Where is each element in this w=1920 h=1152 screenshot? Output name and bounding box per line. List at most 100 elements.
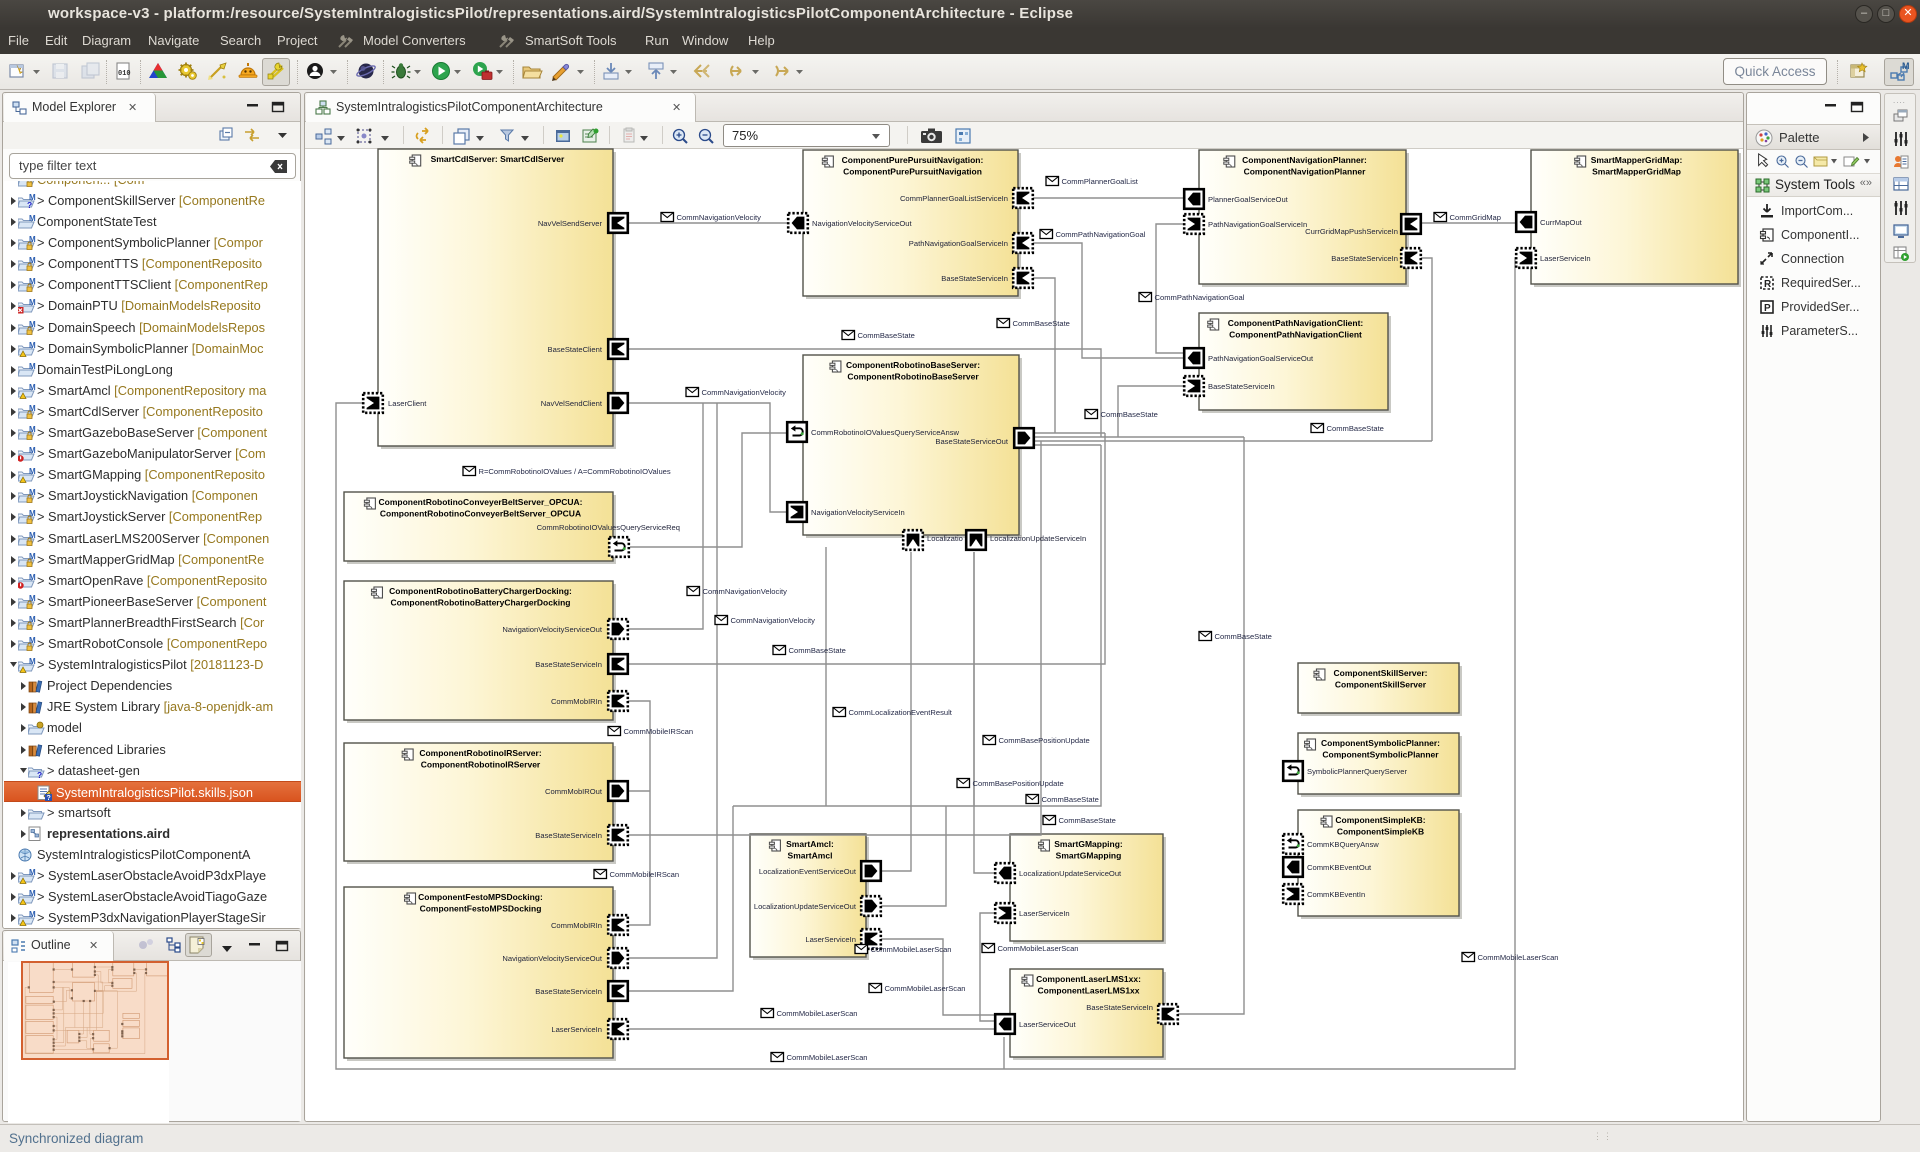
svg-text:CommPlannerGoalList: CommPlannerGoalList	[1062, 177, 1139, 186]
svg-text:ComponentRobotinoBaseServer: ComponentRobotinoBaseServer	[847, 371, 979, 381]
svg-text:LaserServiceIn: LaserServiceIn	[1540, 254, 1591, 263]
svg-text:M: M	[29, 657, 36, 666]
svg-text:CommNavigationVelocity: CommNavigationVelocity	[703, 587, 788, 596]
svg-text:PlannerGoalServiceOut: PlannerGoalServiceOut	[1208, 195, 1289, 204]
svg-text:LaserServiceOut: LaserServiceOut	[1019, 1020, 1076, 1029]
svg-text:ComponentPurePursuitNavigation: ComponentPurePursuitNavigation	[843, 166, 982, 176]
svg-text:CommPathNavigationGoal: CommPathNavigationGoal	[1155, 293, 1245, 302]
svg-text:NavVelSendClient: NavVelSendClient	[541, 399, 603, 408]
svg-text:SmartMapperGridMap: SmartMapperGridMap	[1592, 166, 1681, 176]
svg-text:M: M	[29, 256, 36, 265]
svg-text:SmartMapperGridMap:: SmartMapperGridMap:	[1591, 155, 1683, 165]
svg-text:CommBaseState: CommBaseState	[858, 331, 915, 340]
svg-text:CommKBEventOut: CommKBEventOut	[1307, 863, 1372, 872]
svg-text:M: M	[29, 889, 36, 898]
svg-text:CommBasePositionUpdate: CommBasePositionUpdate	[973, 779, 1064, 788]
svg-text:CommMobileLaserScan: CommMobileLaserScan	[777, 1009, 858, 1018]
svg-text:CommBasePositionUpdate: CommBasePositionUpdate	[999, 736, 1090, 745]
svg-text:CommMobileLaserScan: CommMobileLaserScan	[998, 944, 1079, 953]
svg-text:CommBaseState: CommBaseState	[1059, 816, 1116, 825]
svg-text:BaseStateServiceIn: BaseStateServiceIn	[1086, 1003, 1153, 1012]
svg-text:SymbolicPlannerQueryServer: SymbolicPlannerQueryServer	[1307, 767, 1407, 776]
svg-text:CommNavigationVelocity: CommNavigationVelocity	[731, 616, 816, 625]
svg-text:CommRobotinoIOValuesQueryServi: CommRobotinoIOValuesQueryServiceAnsw	[811, 428, 960, 437]
svg-text:CommBaseState: CommBaseState	[1013, 319, 1070, 328]
svg-text:NavigationVelocityServiceOut: NavigationVelocityServiceOut	[502, 625, 603, 634]
svg-text:NavigationVelocityServiceOut: NavigationVelocityServiceOut	[502, 954, 603, 963]
svg-text:ComponentSimpleKB:: ComponentSimpleKB:	[1335, 815, 1425, 825]
svg-text:CommMobIRIn: CommMobIRIn	[551, 697, 602, 706]
svg-text:NavVelSendServer: NavVelSendServer	[538, 219, 603, 228]
svg-text:NavigationVelocityServiceIn: NavigationVelocityServiceIn	[811, 508, 905, 517]
svg-text:P: P	[1764, 303, 1771, 314]
svg-text:M: M	[29, 488, 36, 497]
svg-text:ComponentRobotinoBaseServer:: ComponentRobotinoBaseServer:	[846, 360, 980, 370]
svg-text:M: M	[29, 594, 36, 603]
svg-text:CommBaseState: CommBaseState	[789, 646, 846, 655]
svg-text:SmartCdlServer: SmartCdlServer: SmartCdlServer: SmartCdlServer	[431, 154, 565, 164]
svg-text:M: M	[29, 467, 36, 476]
svg-text:M: M	[29, 446, 36, 455]
svg-text:M: M	[29, 868, 36, 877]
svg-text:ComponentLaserLMS1xx: ComponentLaserLMS1xx	[1037, 985, 1139, 995]
svg-text:BaseStateServiceIn: BaseStateServiceIn	[1331, 254, 1398, 263]
svg-text:M: M	[29, 214, 36, 223]
svg-text:R=CommRobotinoIOValues / A=Com: R=CommRobotinoIOValues / A=CommRobotinoI…	[479, 467, 671, 476]
svg-text:PathNavigationGoalServiceIn: PathNavigationGoalServiceIn	[1208, 220, 1307, 229]
svg-text:BaseStateServiceIn: BaseStateServiceIn	[1208, 382, 1275, 391]
svg-text:CommMobIRIn: CommMobIRIn	[551, 921, 602, 930]
svg-text:NavigationVelocityServiceOut: NavigationVelocityServiceOut	[812, 219, 913, 228]
svg-text:ComponentRobotinoConveyerBeltS: ComponentRobotinoConveyerBeltServer_OPCU…	[380, 508, 581, 518]
svg-text:M: M	[29, 362, 36, 371]
svg-text:CurrMapOut: CurrMapOut	[1540, 218, 1583, 227]
svg-text:LocalizationUpdateServiceOut: LocalizationUpdateServiceOut	[754, 902, 857, 911]
svg-text:BaseStateServiceIn: BaseStateServiceIn	[535, 660, 602, 669]
svg-text:CommKBQueryAnsw: CommKBQueryAnsw	[1307, 840, 1379, 849]
svg-text:CommPlannerGoalListServiceIn: CommPlannerGoalListServiceIn	[900, 194, 1008, 203]
svg-text:CommBaseState: CommBaseState	[1327, 424, 1384, 433]
svg-text:LocalizationUpdateServiceIn: LocalizationUpdateServiceIn	[990, 534, 1086, 543]
svg-text:M: M	[29, 509, 36, 518]
svg-text:LaserServiceIn: LaserServiceIn	[805, 935, 856, 944]
svg-text:PathNavigationGoalServiceIn: PathNavigationGoalServiceIn	[909, 239, 1008, 248]
svg-text:M: M	[29, 341, 36, 350]
svg-text:BaseStateServiceIn: BaseStateServiceIn	[535, 987, 602, 996]
svg-text:PathNavigationGoalServiceOut: PathNavigationGoalServiceOut	[1208, 354, 1314, 363]
svg-text:M: M	[29, 404, 36, 413]
svg-text:ComponentLaserLMS1xx:: ComponentLaserLMS1xx:	[1036, 974, 1141, 984]
svg-text:M: M	[29, 425, 36, 434]
svg-text:CommGridMap: CommGridMap	[1450, 213, 1501, 222]
svg-text:LocalizationEventServiceOut: LocalizationEventServiceOut	[759, 867, 857, 876]
svg-text:?: ?	[37, 770, 42, 779]
svg-text:SmartGMapping: SmartGMapping	[1056, 850, 1122, 860]
svg-text:CommMobileLaserScan: CommMobileLaserScan	[1478, 953, 1559, 962]
svg-text:M: M	[29, 235, 36, 244]
svg-text:LaserClient: LaserClient	[388, 399, 427, 408]
svg-text:CommBaseState: CommBaseState	[1042, 795, 1099, 804]
svg-text:CommMobileLaserScan: CommMobileLaserScan	[885, 984, 966, 993]
svg-text:SmartAmcl:: SmartAmcl:	[786, 839, 834, 849]
svg-text:SmartGMapping:: SmartGMapping:	[1054, 839, 1123, 849]
svg-text:BaseStateServiceOut: BaseStateServiceOut	[935, 437, 1008, 446]
svg-text:ComponentSymbolicPlanner: ComponentSymbolicPlanner	[1322, 749, 1439, 759]
svg-text:ComponentRobotinoBatteryCharge: ComponentRobotinoBatteryChargerDocking:	[389, 586, 572, 596]
svg-text:BaseStateServiceIn: BaseStateServiceIn	[941, 274, 1008, 283]
svg-text:SmartAmcl: SmartAmcl	[788, 850, 833, 860]
svg-text:CommMobileLaserScan: CommMobileLaserScan	[871, 945, 952, 954]
svg-text:ComponentSymbolicPlanner:: ComponentSymbolicPlanner:	[1321, 738, 1440, 748]
svg-text:M: M	[29, 552, 36, 561]
svg-text:LaserServiceIn: LaserServiceIn	[1019, 909, 1070, 918]
svg-text:CommRobotinoIOValuesQueryServi: CommRobotinoIOValuesQueryServiceReq	[537, 523, 680, 532]
svg-text:CommPathNavigationGoal: CommPathNavigationGoal	[1056, 230, 1146, 239]
svg-text:Localizatio: Localizatio	[927, 534, 963, 543]
svg-text:010: 010	[118, 70, 131, 78]
svg-text:M: M	[29, 320, 36, 329]
svg-text:M: M	[29, 573, 36, 582]
svg-text:ComponentRobotinoConveyerBeltS: ComponentRobotinoConveyerBeltServer_OPCU…	[378, 497, 582, 507]
svg-text:ComponentPathNavigationClient: ComponentPathNavigationClient	[1229, 329, 1362, 339]
svg-text:ComponentPathNavigationClient:: ComponentPathNavigationClient:	[1228, 318, 1364, 328]
svg-text:BaseStateClient: BaseStateClient	[548, 345, 603, 354]
svg-text:M: M	[29, 910, 36, 919]
svg-text:?: ?	[47, 795, 51, 801]
svg-text:LocalizationUpdateServiceOut: LocalizationUpdateServiceOut	[1019, 869, 1122, 878]
